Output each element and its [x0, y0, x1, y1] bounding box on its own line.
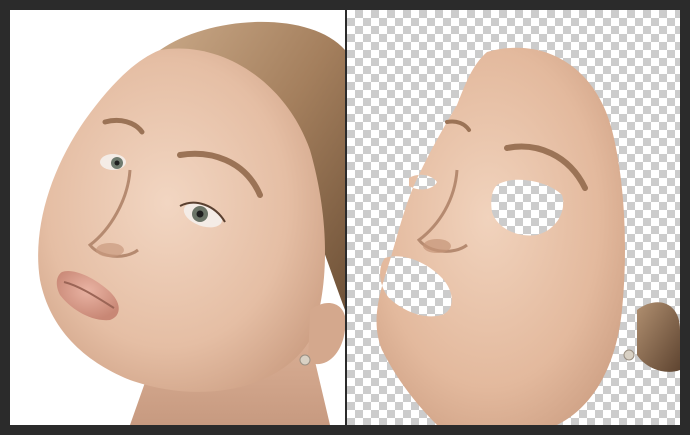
extracted-face	[376, 47, 625, 425]
original-photo-panel	[10, 10, 345, 425]
earring	[623, 349, 635, 361]
earring	[299, 354, 311, 366]
ear	[308, 302, 345, 365]
original-portrait-image	[38, 21, 345, 425]
ear-shadow	[637, 302, 680, 372]
extracted-layer-panel	[347, 10, 680, 425]
comparison-canvas	[0, 0, 690, 435]
extracted-skin-image	[376, 47, 680, 425]
